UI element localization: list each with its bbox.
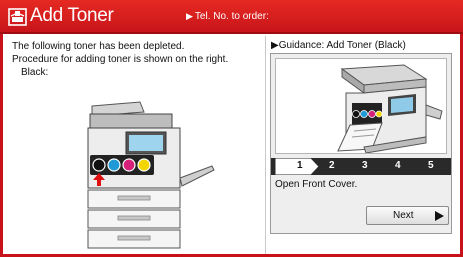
toner-icon bbox=[8, 8, 27, 26]
step-4: 4 bbox=[395, 160, 401, 171]
tel-number-label: ▶ Tel. No. to order: bbox=[186, 11, 269, 22]
step-3: 3 bbox=[362, 160, 368, 171]
panel-divider bbox=[265, 36, 266, 254]
printer-illustration bbox=[87, 101, 215, 249]
step-5: 5 bbox=[428, 160, 434, 171]
toner-black-indicator bbox=[92, 158, 106, 172]
guidance-title-text: Guidance: Add Toner (Black) bbox=[278, 40, 406, 51]
message-color-label: Black: bbox=[21, 67, 49, 78]
page-title: Add Toner bbox=[30, 5, 114, 26]
open-front-cover-illustration bbox=[337, 64, 443, 153]
guidance-illustration bbox=[275, 58, 447, 154]
play-arrow-icon bbox=[435, 211, 444, 221]
toner-cyan-indicator bbox=[107, 158, 121, 172]
play-arrow-icon: ▶ bbox=[271, 40, 279, 51]
title-bar: Add Toner ▶ Tel. No. to order: bbox=[0, 0, 463, 34]
step-instruction: Open Front Cover. bbox=[275, 179, 358, 190]
step-2: 2 bbox=[329, 160, 335, 171]
guidance-title: ▶Guidance: Add Toner (Black) bbox=[271, 40, 406, 51]
message-line-2: Procedure for adding toner is shown on t… bbox=[12, 54, 229, 65]
depleted-message: The following toner has been depleted. P… bbox=[12, 40, 228, 79]
next-button-label: Next bbox=[393, 210, 414, 221]
step-indicator: 1 2 3 4 5 bbox=[271, 158, 451, 175]
tel-label-text: Tel. No. to order: bbox=[194, 11, 269, 22]
step-1: 1 bbox=[297, 160, 303, 171]
toner-magenta-indicator bbox=[122, 158, 136, 172]
play-arrow-icon: ▶ bbox=[186, 11, 193, 21]
next-button[interactable]: Next bbox=[366, 206, 449, 225]
toner-yellow-indicator bbox=[137, 158, 151, 172]
guidance-panel: 1 2 3 4 5 Open Front Cover. Next bbox=[270, 53, 452, 234]
message-line-1: The following toner has been depleted. bbox=[12, 41, 185, 52]
